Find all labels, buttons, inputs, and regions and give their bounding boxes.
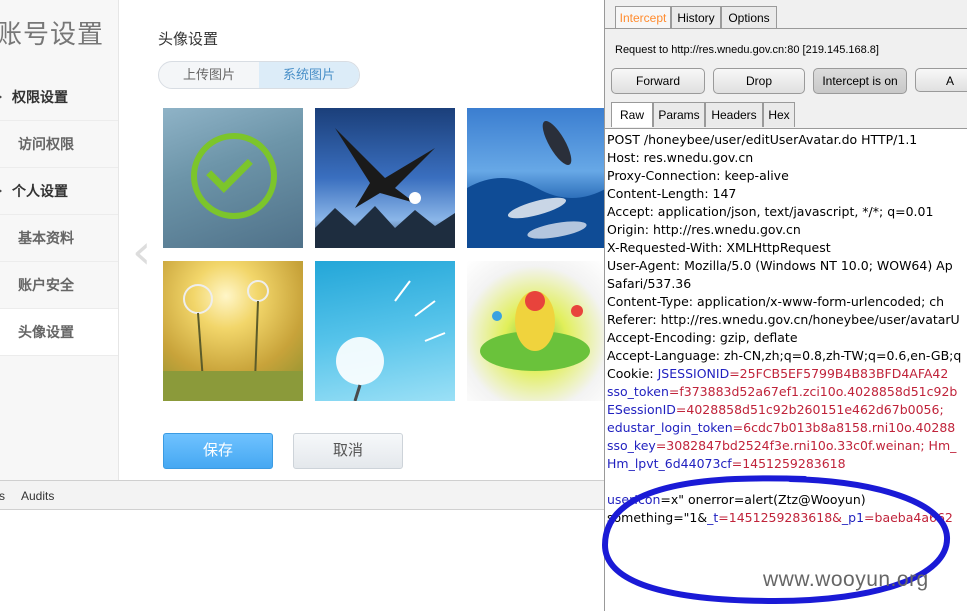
cookie-line: sso_token=f373883d52a67ef1.zci10o.402885… bbox=[607, 383, 957, 401]
main-content: 头像设置 上传图片 系统图片 ‹ 保存 取消 bbox=[118, 0, 607, 480]
dolphins-image bbox=[467, 120, 607, 248]
header-accept-encoding: Accept-Encoding: gzip, deflate bbox=[607, 330, 798, 345]
sidebar-item-avatar-settings[interactable]: 头像设置 bbox=[0, 309, 118, 356]
cookie-key: ESessionID bbox=[607, 402, 676, 417]
sidebar-item-basic-info[interactable]: 基本资料 bbox=[0, 215, 118, 262]
cookie-key: JSESSIONID bbox=[657, 366, 730, 381]
header-accept-language: Accept-Language: zh-CN,zh;q=0.8,zh-TW;q=… bbox=[607, 348, 962, 363]
request-target: Request to http://res.wnedu.gov.cn:80 [2… bbox=[615, 44, 879, 56]
sidebar-item-label: 头像设置 bbox=[18, 324, 74, 340]
cookie-value: =4028858d51c92b260151e462d67b0056; bbox=[675, 402, 944, 417]
avatar-thumb-dandelion-sky[interactable] bbox=[315, 261, 455, 401]
tab-options[interactable]: Options bbox=[721, 6, 777, 29]
cookie-value: =6cdc7b013b8a8158.rni10o.40288 bbox=[732, 420, 956, 435]
cookie-key: sso_key bbox=[607, 438, 656, 453]
cancel-button[interactable]: 取消 bbox=[293, 433, 403, 469]
sidebar-item-account-security[interactable]: 账户安全 bbox=[0, 262, 118, 309]
cookie-value: =3082847bd2524f3e.rni10o.33c0f.weinan; H… bbox=[655, 438, 957, 453]
cookie-prefix: Cookie: bbox=[607, 366, 658, 381]
cookie-line: edustar_login_token=6cdc7b013b8a8158.rni… bbox=[607, 419, 955, 437]
cookie-key: edustar_login_token bbox=[607, 420, 733, 435]
avatar-thumb-green-check[interactable] bbox=[163, 108, 303, 248]
tab-upload-image[interactable]: 上传图片 bbox=[159, 62, 259, 88]
sidebar-item-label: 访问权限 bbox=[18, 136, 74, 152]
sidebar-group-personal[interactable]: 个人设置 bbox=[0, 168, 118, 215]
tab-headers[interactable]: Headers bbox=[705, 102, 763, 127]
tab-intercept[interactable]: Intercept bbox=[615, 6, 671, 29]
caret-right-icon bbox=[0, 185, 2, 197]
devtools-panel: s Audits bbox=[0, 480, 604, 612]
header-content-type: Content-Type: application/x-www-form-url… bbox=[607, 294, 945, 309]
tab-params[interactable]: Params bbox=[653, 102, 705, 127]
dandelion-sky-image bbox=[336, 280, 446, 401]
avatar-thumb-eagle[interactable] bbox=[315, 108, 455, 248]
tab-history[interactable]: History bbox=[671, 6, 721, 29]
header-user-agent-cont: Safari/537.36 bbox=[607, 276, 692, 291]
header-origin: Origin: http://res.wnedu.gov.cn bbox=[607, 222, 801, 237]
sidebar-item-access-permissions[interactable]: 访问权限 bbox=[0, 121, 118, 168]
avatar-thumb-dolphins[interactable] bbox=[467, 108, 607, 248]
cookie-value: =f373883d52a67ef1.zci10o.4028858d51c92b bbox=[668, 384, 958, 399]
drop-button[interactable]: Drop bbox=[713, 68, 805, 94]
sidebar-item-label: 权限设置 bbox=[12, 89, 68, 105]
tab-raw[interactable]: Raw bbox=[611, 102, 653, 127]
sidebar: 账号设置 权限设置 访问权限 个人设置 基本资料 账户安全 头像设置 bbox=[0, 0, 119, 480]
account-settings-page: 账号设置 权限设置 访问权限 个人设置 基本资料 账户安全 头像设置 头像设置 … bbox=[0, 0, 607, 480]
header-accept: Accept: application/json, text/javascrip… bbox=[607, 204, 934, 219]
avatar-thumb-dandelion-field[interactable] bbox=[163, 261, 303, 401]
cookie-value: =25FCB5EF5799B4B83BFD4AFA42 bbox=[729, 366, 949, 381]
header-cookie: Cookie: JSESSIONID=25FCB5EF5799B4B83BFD4… bbox=[607, 365, 948, 383]
header-proxy-connection: Proxy-Connection: keep-alive bbox=[607, 168, 789, 183]
avatar-source-tabs: 上传图片 系统图片 bbox=[158, 61, 360, 89]
cookie-line: ESessionID=4028858d51c92b260151e462d67b0… bbox=[607, 401, 944, 419]
eagle-image bbox=[315, 128, 455, 248]
dandelion-field-image bbox=[163, 280, 303, 401]
action-button[interactable]: A bbox=[915, 68, 967, 92]
header-content-length: Content-Length: 147 bbox=[607, 186, 737, 201]
sidebar-item-label: 个人设置 bbox=[12, 183, 68, 199]
header-referer: Referer: http://res.wnedu.gov.cn/honeybe… bbox=[607, 312, 960, 327]
header-x-requested-with: X-Requested-With: XMLHttpRequest bbox=[607, 240, 831, 255]
burp-toolbar: Intercept History Options Request to htt… bbox=[605, 0, 967, 128]
save-button[interactable]: 保存 bbox=[163, 433, 273, 469]
intercept-toggle-button[interactable]: Intercept is on bbox=[813, 68, 907, 94]
chevron-left-icon[interactable]: ‹ bbox=[132, 228, 151, 276]
header-host: Host: res.wnedu.gov.cn bbox=[607, 150, 754, 165]
sidebar-item-label: 账户安全 bbox=[18, 277, 74, 293]
cookie-line: sso_key=3082847bd2524f3e.rni10o.33c0f.we… bbox=[607, 437, 956, 455]
watermark: www.wooyun.org bbox=[763, 568, 929, 591]
cookie-key: sso_token bbox=[607, 384, 669, 399]
devtools-tab-partial[interactable]: s bbox=[0, 489, 5, 503]
caret-right-icon bbox=[0, 91, 2, 103]
devtools-tabbar: s Audits bbox=[0, 481, 604, 510]
paint-splash-image bbox=[480, 291, 590, 371]
tab-hex[interactable]: Hex bbox=[763, 102, 795, 127]
burp-intercept-panel: Intercept History Options Request to htt… bbox=[601, 0, 967, 611]
avatar-thumb-paint-splash[interactable] bbox=[467, 261, 604, 401]
tab-system-image[interactable]: 系统图片 bbox=[259, 62, 359, 88]
sidebar-group-permissions[interactable]: 权限设置 bbox=[0, 74, 118, 121]
sidebar-item-label: 基本资料 bbox=[18, 230, 74, 246]
tab-divider bbox=[605, 28, 967, 29]
header-user-agent: User-Agent: Mozilla/5.0 (Windows NT 10.0… bbox=[607, 258, 953, 273]
forward-button[interactable]: Forward bbox=[611, 68, 705, 94]
request-line: POST /honeybee/user/editUserAvatar.do HT… bbox=[607, 132, 918, 147]
devtools-tab-audits[interactable]: Audits bbox=[21, 489, 54, 503]
checkmark-icon bbox=[191, 133, 277, 219]
page-title: 账号设置 bbox=[0, 19, 105, 49]
section-title: 头像设置 bbox=[158, 31, 219, 48]
